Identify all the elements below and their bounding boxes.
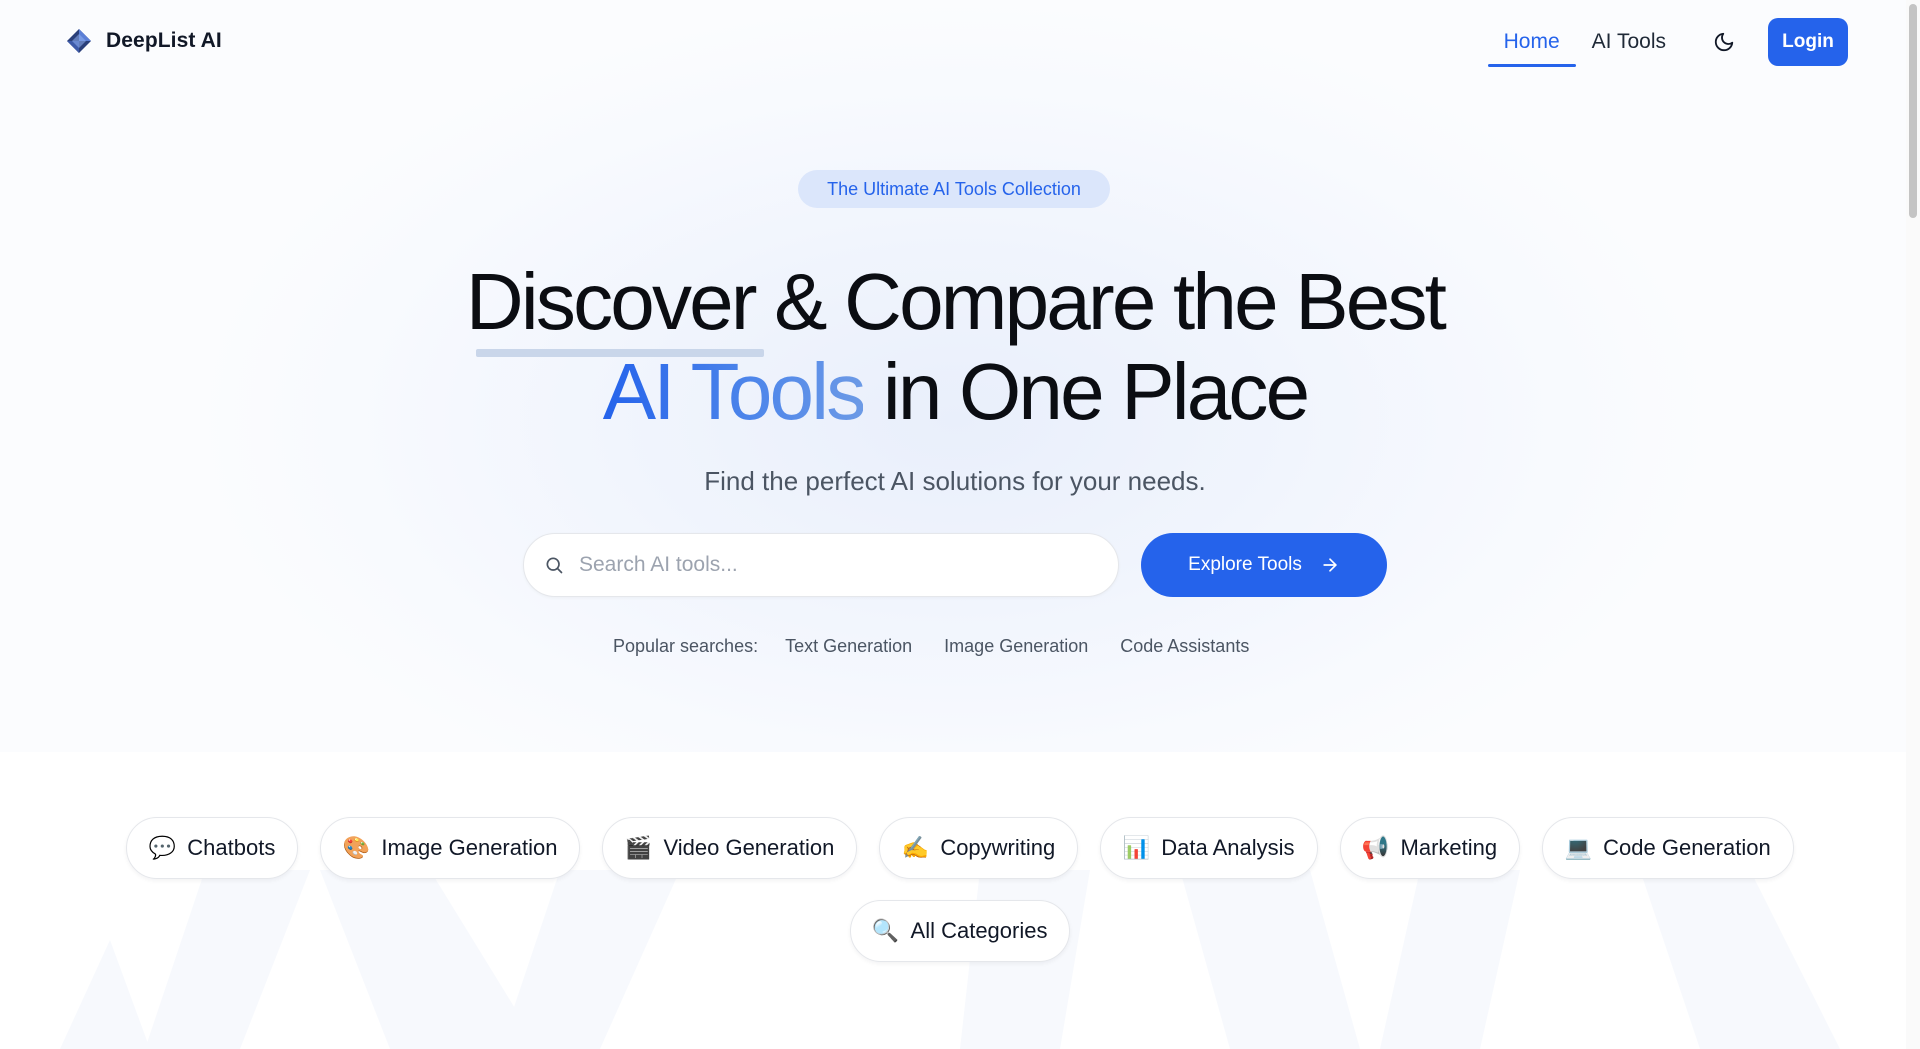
category-label: Copywriting [940, 835, 1056, 860]
laptop-icon: 💻 [1564, 835, 1592, 861]
logo[interactable]: DeepList AI [66, 28, 222, 54]
category-chip-copywriting[interactable]: ✍️ Copywriting [879, 817, 1079, 879]
category-chip-video-generation[interactable]: 🎬 Video Generation [602, 817, 858, 879]
hero-subtitle: Find the perfect AI solutions for your n… [704, 466, 1206, 496]
login-button[interactable]: Login [1768, 18, 1848, 66]
popular-searches-label: Popular searches: [613, 636, 759, 656]
nav-ai-tools[interactable]: AI Tools [1576, 17, 1682, 67]
popular-search-link[interactable]: Code Assistants [1120, 636, 1249, 657]
hero-badge: The Ultimate AI Tools Collection [798, 170, 1110, 208]
site-header: DeepList AI Home AI Tools Login [0, 0, 1920, 86]
search-icon [541, 552, 567, 578]
category-chip-code-generation[interactable]: 💻 Code Generation [1542, 817, 1794, 879]
theme-toggle-button[interactable] [1702, 20, 1746, 64]
scrollbar-thumb[interactable] [1909, 4, 1917, 218]
clapper-board-icon: 🎬 [624, 835, 653, 861]
category-label: Data Analysis [1161, 835, 1295, 860]
page-scrollbar[interactable] [1906, 0, 1920, 1049]
bar-chart-icon: 📊 [1122, 835, 1150, 861]
diamond-logo-icon [67, 29, 91, 53]
category-label: Code Generation [1603, 835, 1771, 860]
hero-title-line-2: AI Tools in One Place [0, 346, 1910, 438]
category-label: Image Generation [381, 835, 558, 860]
popular-search-link[interactable]: Text Generation [785, 636, 912, 657]
explore-tools-label: Explore Tools [1188, 554, 1302, 575]
speech-bubble-icon: 💬 [148, 835, 176, 861]
megaphone-icon: 📢 [1361, 835, 1390, 861]
hero-title-rest: in One Place [882, 347, 1310, 436]
nav-home[interactable]: Home [1487, 17, 1576, 67]
popular-search-link[interactable]: Image Generation [944, 636, 1088, 657]
palette-icon: 🎨 [342, 835, 371, 861]
explore-tools-button[interactable]: Explore Tools [1141, 533, 1387, 597]
category-chips-row-1: 💬 Chatbots 🎨 Image Generation 🎬 Video Ge… [0, 817, 1920, 879]
category-chip-image-generation[interactable]: 🎨 Image Generation [320, 817, 581, 879]
search-input[interactable] [579, 553, 1059, 577]
category-chip-marketing[interactable]: 📢 Marketing [1339, 817, 1521, 879]
category-chips-row-2: 🔍 All Categories [0, 900, 1920, 962]
logo-text: DeepList AI [106, 29, 222, 52]
category-label: Chatbots [187, 835, 276, 860]
main-nav: Home AI Tools Login [1487, 17, 1848, 67]
category-chip-data-analysis[interactable]: 📊 Data Analysis [1100, 817, 1318, 879]
arrow-right-icon [1323, 558, 1337, 572]
popular-searches: Popular searches: Text Generation Image … [613, 636, 1281, 657]
category-chip-all-categories[interactable]: 🔍 All Categories [849, 900, 1071, 962]
magnifying-glass-icon: 🔍 [871, 918, 900, 944]
category-label: Marketing [1400, 835, 1498, 860]
category-label: Video Generation [663, 835, 835, 860]
category-chip-chatbots[interactable]: 💬 Chatbots [126, 817, 299, 879]
hero-title-line-1: Discover & Compare the Best [465, 257, 1447, 346]
hero-title-accent: AI Tools [602, 347, 867, 436]
category-label: All Categories [910, 918, 1048, 943]
moon-icon [1714, 32, 1734, 52]
writing-hand-icon: ✍️ [901, 835, 930, 861]
search-bar[interactable] [523, 533, 1119, 597]
